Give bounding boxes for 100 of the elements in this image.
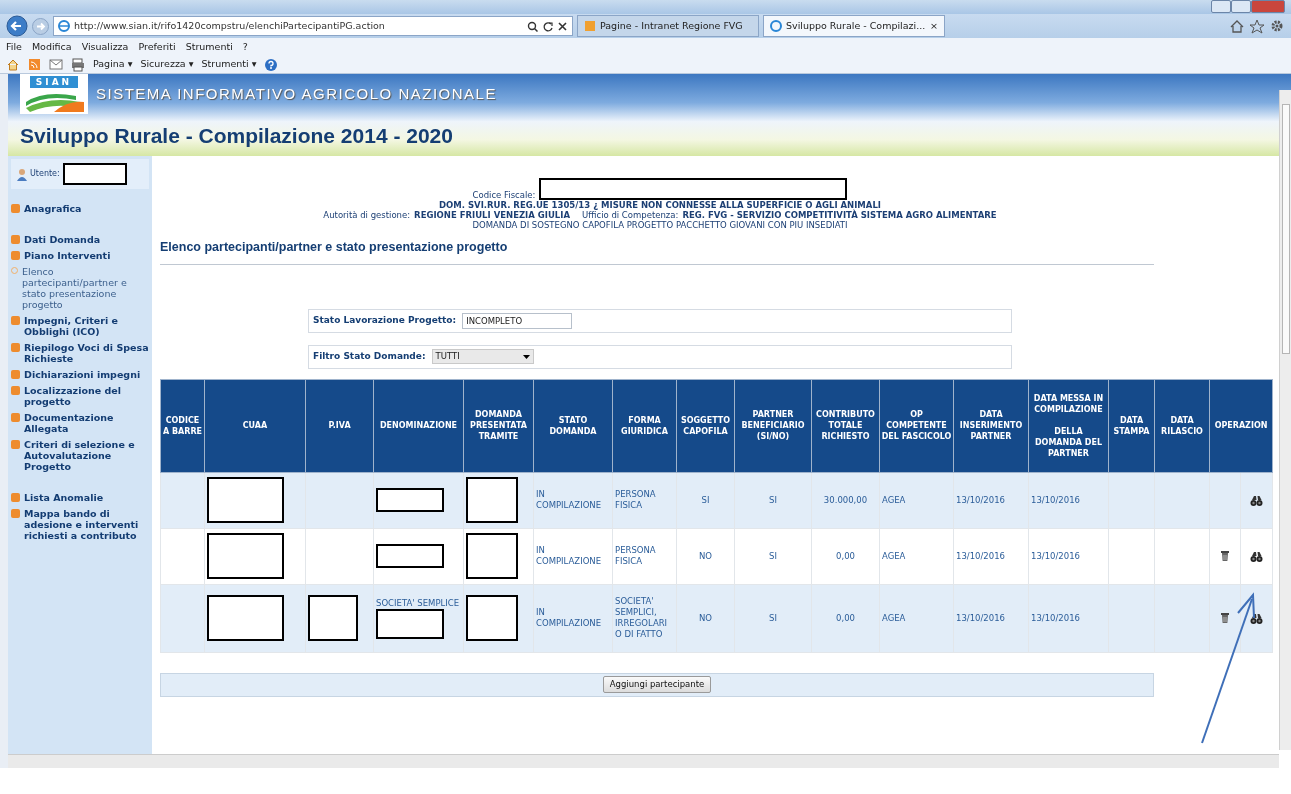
table-cell: AGEA <box>879 528 954 585</box>
browser-tab[interactable]: Pagine - Intranet Regione FVG <box>577 15 759 37</box>
binoculars-icon[interactable] <box>1250 612 1263 624</box>
vertical-scrollbar[interactable] <box>1279 90 1291 750</box>
logo: SIAN <box>20 74 88 114</box>
sidebar-item[interactable]: Piano Interventi <box>11 250 149 261</box>
column-header: CONTRIBUTO TOTALE RICHIESTO <box>811 379 880 473</box>
sidebar-item[interactable]: Anagrafica <box>11 203 149 214</box>
sidebar-item[interactable]: Lista Anomalie <box>11 492 149 503</box>
table-cell: AGEA <box>879 584 954 653</box>
binoculars-icon[interactable] <box>1250 550 1263 562</box>
scrollbar-thumb[interactable] <box>1282 104 1290 354</box>
minimize-button[interactable] <box>1211 0 1231 13</box>
column-header: OP COMPETENTE DEL FASCICOLO <box>879 379 954 473</box>
page-icon <box>584 20 596 32</box>
column-header: DENOMINAZIONE <box>373 379 464 473</box>
maximize-button[interactable] <box>1231 0 1251 13</box>
table-cell: 13/10/2016 <box>1028 528 1109 585</box>
table-cell: 0,00 <box>811 584 880 653</box>
table-cell: 30.000,00 <box>811 472 880 529</box>
column-header: DATA INSERIMENTO PARTNER <box>953 379 1029 473</box>
search-icon[interactable] <box>527 20 538 32</box>
sidebar-item[interactable]: Dati Domanda <box>11 234 149 245</box>
table-cell: AGEA <box>879 472 954 529</box>
table-cell: SI <box>734 528 812 585</box>
table-cell: 13/10/2016 <box>953 472 1029 529</box>
sidebar-item[interactable]: Elenco partecipanti/partner e stato presentazione progetto <box>11 266 149 310</box>
table-cell: IN COMPILAZIONE <box>533 584 613 653</box>
trash-icon[interactable] <box>1220 550 1230 563</box>
stop-icon[interactable] <box>557 20 568 32</box>
tab-close-button[interactable]: × <box>930 18 938 34</box>
system-name: SISTEMA INFORMATIVO AGRICOLO NAZIONALE <box>96 83 497 104</box>
application-type: DOM. SVI.RUR. REG.UE 1305/13 ¿ MISURE NON CONNESSE ALLA SUPERFICIE O AGLI ANIMALI <box>438 200 882 210</box>
settings-icon[interactable] <box>1269 18 1285 34</box>
table-cell: 13/10/2016 <box>953 528 1029 585</box>
horizontal-scrollbar[interactable] <box>8 754 1279 768</box>
app-title: Sviluppo Rurale - Compilazione 2014 - 2020 <box>20 123 454 149</box>
table-cell <box>1108 472 1155 529</box>
table-cell <box>1108 528 1155 585</box>
help-icon[interactable] <box>264 57 279 72</box>
toolbar-menu[interactable]: Sicurezza ▾ <box>140 57 194 72</box>
star-icon[interactable] <box>1249 18 1265 34</box>
field-label: Filtro Stato Domande: <box>313 350 426 363</box>
column-header: DATA RILASCIO <box>1154 379 1210 473</box>
field-value: REG. FVG - SERVIZIO COMPETITIVITÀ SISTEMA AGRO ALIMENTARE <box>682 210 997 220</box>
field-label: Stato Lavorazione Progetto: <box>313 314 457 327</box>
table-cell <box>1154 472 1210 529</box>
sidebar-item[interactable]: Criteri di selezione e Autovalutazione Progetto <box>11 439 149 472</box>
filter-dropdown[interactable]: TUTTI <box>431 349 534 365</box>
page-title: Elenco partecipanti/partner e stato presentazione progetto <box>160 238 1154 265</box>
home-icon[interactable] <box>1229 18 1245 34</box>
browser-tab[interactable]: Sviluppo Rurale - Compilazi... × <box>763 15 945 37</box>
add-participant-button[interactable]: Aggiungi partecipante <box>602 676 712 694</box>
table-cell: SI <box>676 472 735 529</box>
status-field[interactable]: INCOMPLETO <box>462 312 573 329</box>
printer-icon[interactable] <box>71 57 85 72</box>
address-bar[interactable]: http://www.sian.it/rifo1420compstru/elenchiPartecipantiPG.action <box>53 16 573 36</box>
column-header: DATA MESSA IN COMPILAZIONE DELLA DOMANDA DEL PARTNER <box>1028 379 1109 473</box>
binoculars-icon[interactable] <box>1250 494 1263 506</box>
table-cell: IN COMPILAZIONE <box>533 472 613 529</box>
table-cell: 13/10/2016 <box>1028 584 1109 653</box>
field-label: Ufficio di Competenza: <box>582 210 679 220</box>
menu-item[interactable]: Visualizza <box>81 39 129 55</box>
sidebar-item[interactable]: Localizzazione del progetto <box>11 385 149 407</box>
column-header: PARTNER BENEFICIARIO (SI/NO) <box>734 379 812 473</box>
menu-item[interactable]: Strumenti <box>185 39 233 55</box>
table-cell: IN COMPILAZIONE <box>533 528 613 585</box>
user-icon <box>17 167 27 181</box>
sidebar-item[interactable]: Documentazione Allegata <box>11 412 149 434</box>
table-cell: SOCIETA' SEMPLICI, IRREGOLARI O DI FATTO <box>612 584 677 653</box>
column-header: DOMANDA PRESENTATA TRAMITE <box>463 379 534 473</box>
table-cell: 13/10/2016 <box>1028 472 1109 529</box>
table-cell: 13/10/2016 <box>953 584 1029 653</box>
column-header: P.IVA <box>305 379 374 473</box>
toolbar-menu[interactable]: Strumenti ▾ <box>201 57 257 72</box>
column-header: CODICE A BARRE <box>160 379 205 473</box>
mail-icon[interactable] <box>49 58 63 71</box>
sidebar-item[interactable]: Mappa bando di adesione e interventi richiesti a contributo <box>11 508 149 541</box>
menu-item[interactable]: ? <box>242 39 248 55</box>
table-cell: SOCIETA' SEMPLICE <box>373 584 464 653</box>
table-cell: NO <box>676 528 735 585</box>
table-cell: PERSONA FISICA <box>612 472 677 529</box>
sidebar-item[interactable]: Impegni, Criteri e Obblighi (ICO) <box>11 315 149 337</box>
menu-item[interactable]: File <box>6 39 22 55</box>
table-cell: SI <box>734 472 812 529</box>
table-cell: 0,00 <box>811 528 880 585</box>
field-value: REGIONE FRIULI VENEZIA GIULIA <box>414 210 570 220</box>
back-button[interactable] <box>6 15 28 37</box>
caret-icon <box>522 354 530 359</box>
trash-icon[interactable] <box>1220 612 1230 625</box>
application-description: DOMANDA DI SOSTEGNO CAPOFILA PROGETTO PACCHETTO GIOVANI CON PIU INSEDIATI <box>471 220 849 230</box>
sidebar-item[interactable]: Dichiarazioni impegni <box>11 369 149 380</box>
sidebar-item[interactable]: Riepilogo Voci di Spesa Richieste <box>11 342 149 364</box>
home-icon[interactable] <box>6 57 20 72</box>
menu-item[interactable]: Preferiti <box>138 39 176 55</box>
field-label: Autorità di gestione: <box>323 210 411 220</box>
refresh-icon[interactable] <box>542 20 553 32</box>
menu-item[interactable]: Modifica <box>31 39 72 55</box>
toolbar-menu[interactable]: Pagina ▾ <box>93 57 133 72</box>
table-cell: NO <box>676 584 735 653</box>
